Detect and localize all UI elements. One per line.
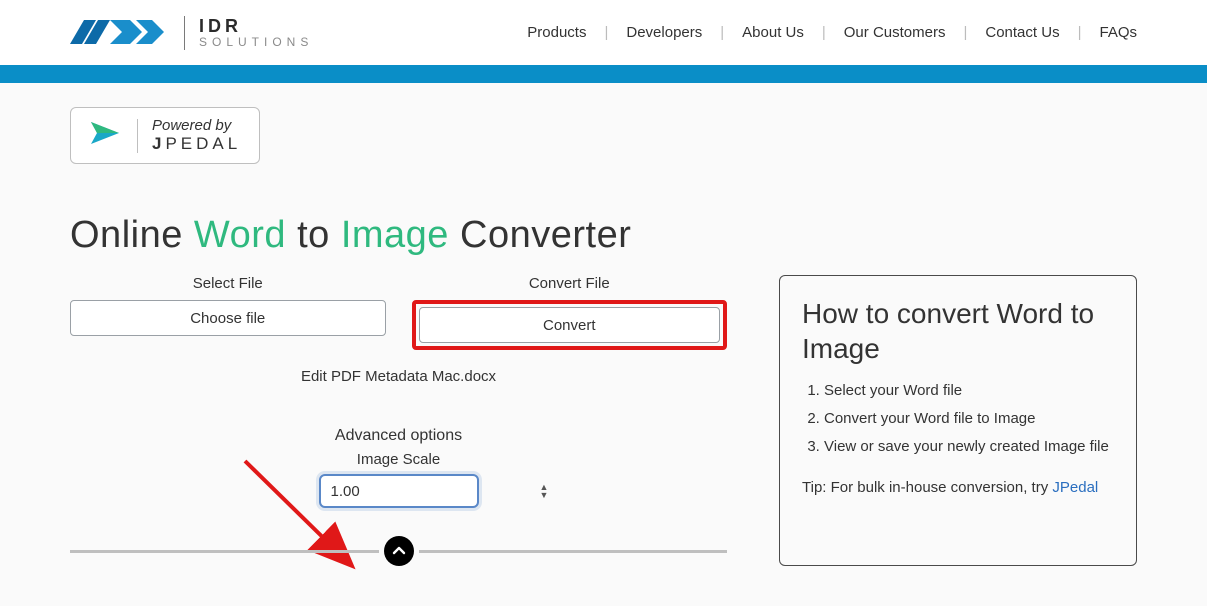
nav-sep: | xyxy=(604,24,608,41)
convert-highlight: Convert xyxy=(412,300,728,350)
convert-file-label: Convert File xyxy=(412,275,728,292)
nav-faqs[interactable]: FAQs xyxy=(1099,24,1137,41)
select-file-label: Select File xyxy=(70,275,386,292)
jpedal-icon xyxy=(89,118,123,153)
chevron-up-icon xyxy=(391,543,407,559)
brand-mark-icon xyxy=(70,16,170,50)
converter-panel: Select File Choose file Convert File Con… xyxy=(70,275,727,566)
howto-step: View or save your newly created Image fi… xyxy=(824,436,1114,458)
powered-text: Powered by JPEDAL xyxy=(152,118,241,153)
divider xyxy=(137,119,138,153)
howto-tip: Tip: For bulk in-house conversion, try J… xyxy=(802,479,1114,496)
howto-title: How to convert Word to Image xyxy=(802,296,1114,366)
brand-line1: IDR xyxy=(199,17,313,36)
powered-prefix: J xyxy=(152,134,165,153)
nav-sep: | xyxy=(963,24,967,41)
howto-step: Select your Word file xyxy=(824,380,1114,402)
nav-sep: | xyxy=(1078,24,1082,41)
howto-steps: Select your Word file Convert your Word … xyxy=(802,380,1114,457)
advanced-label: Advanced options xyxy=(70,427,727,445)
collapse-toggle-button[interactable] xyxy=(384,536,414,566)
main-nav: Products | Developers | About Us | Our C… xyxy=(527,24,1137,41)
brand-line2: SOLUTIONS xyxy=(199,36,313,49)
nav-customers[interactable]: Our Customers xyxy=(844,24,946,41)
accent-bar xyxy=(0,65,1207,83)
divider xyxy=(184,16,185,50)
page-content: Powered by JPEDAL Online Word to Image C… xyxy=(0,83,1207,606)
section-divider xyxy=(70,536,727,566)
choose-file-button[interactable]: Choose file xyxy=(70,300,386,336)
howto-step: Convert your Word file to Image xyxy=(824,408,1114,430)
page-title: Online Word to Image Converter xyxy=(70,214,1137,257)
convert-button[interactable]: Convert xyxy=(419,307,721,343)
advanced-options: Advanced options Image Scale ▲▼ xyxy=(70,427,727,508)
nav-contact[interactable]: Contact Us xyxy=(985,24,1059,41)
nav-sep: | xyxy=(822,24,826,41)
stepper-arrows-icon[interactable]: ▲▼ xyxy=(540,483,553,499)
howto-sidebar: How to convert Word to Image Select your… xyxy=(779,275,1137,566)
jpedal-link[interactable]: JPedal xyxy=(1052,479,1098,496)
brand-text: IDR SOLUTIONS xyxy=(199,17,313,48)
brand-logo[interactable]: IDR SOLUTIONS xyxy=(70,16,313,50)
image-scale-input[interactable] xyxy=(321,483,540,500)
powered-by-badge[interactable]: Powered by JPEDAL xyxy=(70,107,260,164)
powered-line1: Powered by xyxy=(152,118,241,135)
site-header: IDR SOLUTIONS Products | Developers | Ab… xyxy=(0,0,1207,65)
nav-products[interactable]: Products xyxy=(527,24,586,41)
powered-rest: PEDAL xyxy=(165,134,241,153)
nav-sep: | xyxy=(720,24,724,41)
image-scale-label: Image Scale xyxy=(70,451,727,468)
nav-developers[interactable]: Developers xyxy=(626,24,702,41)
selected-filename: Edit PDF Metadata Mac.docx xyxy=(70,368,727,385)
image-scale-stepper[interactable]: ▲▼ xyxy=(319,474,479,508)
nav-about[interactable]: About Us xyxy=(742,24,804,41)
